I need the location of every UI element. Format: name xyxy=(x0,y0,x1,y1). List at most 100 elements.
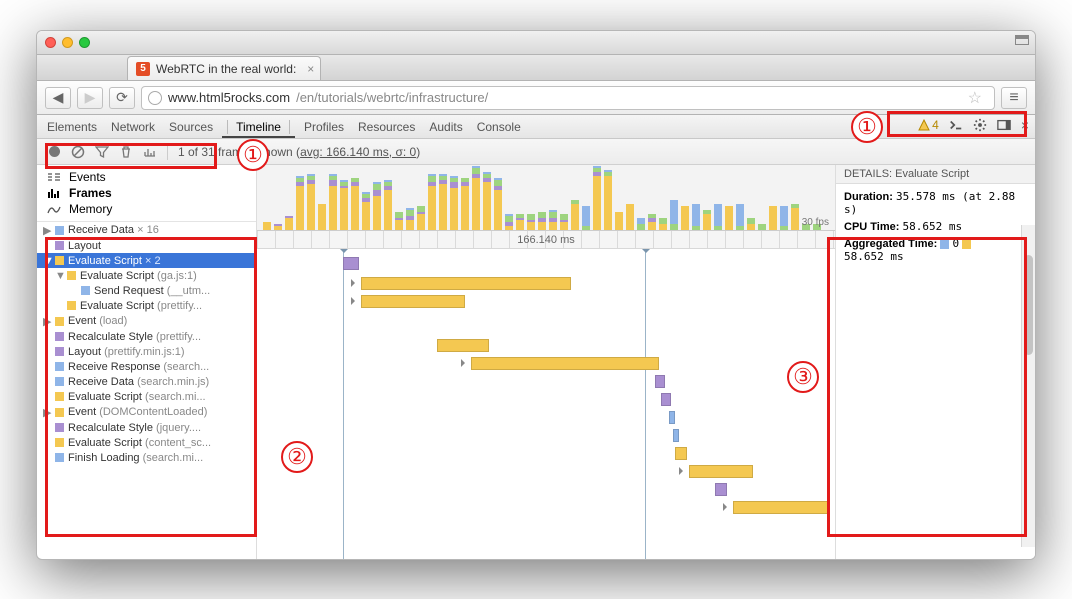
overview-frame-bar[interactable] xyxy=(736,204,744,230)
fullscreen-icon[interactable] xyxy=(1015,35,1029,45)
timeline-record[interactable]: ▶Event (DOMContentLoaded) xyxy=(37,404,256,420)
hamburger-menu-button[interactable] xyxy=(1001,87,1027,109)
address-bar[interactable]: www.html5rocks.com/en/tutorials/webrtc/i… xyxy=(141,86,995,110)
details-scrollbar[interactable] xyxy=(1021,225,1035,547)
overview-frame-bar[interactable] xyxy=(582,206,590,230)
timeline-record[interactable]: Recalculate Style (jquery.... xyxy=(37,420,256,435)
timeline-record[interactable]: Layout (prettify.min.js:1) xyxy=(37,344,256,359)
overview-frame-bar[interactable] xyxy=(637,218,645,230)
flame-bar[interactable] xyxy=(361,295,465,308)
reload-button[interactable]: ⟳ xyxy=(109,87,135,109)
flame-bar[interactable] xyxy=(689,465,753,478)
devtools-tab-sources[interactable]: Sources xyxy=(169,120,213,134)
devtools-close-icon[interactable]: × xyxy=(1021,117,1029,133)
timeline-record[interactable]: Evaluate Script (prettify... xyxy=(37,298,256,313)
timeline-record[interactable]: Receive Data (search.min.js) xyxy=(37,374,256,389)
timeline-record[interactable]: Evaluate Script (search.mi... xyxy=(37,389,256,404)
flame-bar[interactable] xyxy=(715,483,727,496)
garbage-collect-button[interactable] xyxy=(119,145,133,159)
devtools-tab-console[interactable]: Console xyxy=(477,120,521,134)
expand-tick-icon[interactable] xyxy=(351,297,359,305)
devtools-tab-network[interactable]: Network xyxy=(111,120,155,134)
timeline-record[interactable]: Finish Loading (search.mi... xyxy=(37,450,256,465)
zoom-window-icon[interactable] xyxy=(79,37,90,48)
overview-frame-bar[interactable] xyxy=(758,224,766,230)
view-memory[interactable]: Memory xyxy=(37,201,256,217)
overview-frame-bar[interactable] xyxy=(417,206,425,230)
expand-tick-icon[interactable] xyxy=(679,467,687,475)
tab-close-icon[interactable]: × xyxy=(307,62,314,76)
frames-status-link[interactable]: avg: 166.140 ms, σ: 0 xyxy=(300,145,416,159)
flame-bar[interactable] xyxy=(661,393,671,406)
overview-frame-bar[interactable] xyxy=(681,206,689,230)
overview-frame-bar[interactable] xyxy=(505,214,513,230)
timeline-record[interactable]: ▶Receive Data × 16 xyxy=(37,222,256,238)
overview-frame-bar[interactable] xyxy=(340,180,348,230)
record-button[interactable] xyxy=(47,145,61,159)
overview-frame-bar[interactable] xyxy=(571,200,579,230)
devtools-tab-elements[interactable]: Elements xyxy=(47,120,97,134)
close-window-icon[interactable] xyxy=(45,37,56,48)
timeline-record[interactable]: ▼Evaluate Script (ga.js:1) xyxy=(37,268,256,283)
overview-frame-bar[interactable] xyxy=(780,206,788,230)
view-frames[interactable]: Frames xyxy=(37,185,256,201)
timeline-record[interactable]: Evaluate Script (content_sc... xyxy=(37,435,256,450)
overview-frame-bar[interactable] xyxy=(692,204,700,230)
records-list[interactable]: ▶Receive Data × 16Layout ▼Evaluate Scrip… xyxy=(37,222,256,559)
overview-frame-bar[interactable] xyxy=(703,210,711,230)
overview-frame-bar[interactable] xyxy=(263,222,271,230)
timeline-record[interactable]: ▶Event (load) xyxy=(37,313,256,329)
dock-side-icon[interactable] xyxy=(997,118,1011,132)
overview-frame-bar[interactable] xyxy=(527,214,535,230)
overview-frame-bar[interactable] xyxy=(428,174,436,230)
overview-frame-bar[interactable] xyxy=(626,204,634,230)
back-button[interactable]: ◀ xyxy=(45,87,71,109)
overview-frame-bar[interactable] xyxy=(538,212,546,230)
flame-bar[interactable] xyxy=(733,501,829,514)
overview-frame-bar[interactable] xyxy=(450,176,458,230)
overview-frame-bar[interactable] xyxy=(714,204,722,230)
overview-frame-bar[interactable] xyxy=(384,180,392,230)
timeline-record[interactable]: Send Request (__utm... xyxy=(37,283,256,298)
overview-frame-bar[interactable] xyxy=(395,212,403,230)
overview-frame-bar[interactable] xyxy=(494,178,502,230)
expand-tick-icon[interactable] xyxy=(351,279,359,287)
console-drawer-icon[interactable] xyxy=(949,118,963,132)
overview-frame-bar[interactable] xyxy=(439,174,447,230)
overview-frame-bar[interactable] xyxy=(747,218,755,230)
timeline-record[interactable]: Layout xyxy=(37,238,256,253)
warning-count[interactable]: 4 xyxy=(918,118,939,132)
expand-tick-icon[interactable] xyxy=(723,503,731,511)
overview-frame-bar[interactable] xyxy=(791,204,799,230)
flame-bar[interactable] xyxy=(673,429,679,442)
overview-frame-bar[interactable] xyxy=(549,210,557,230)
overview-frame-bar[interactable] xyxy=(351,178,359,230)
view-events[interactable]: Events xyxy=(37,169,256,185)
overview-frame-bar[interactable] xyxy=(516,214,524,230)
flame-bar[interactable] xyxy=(655,375,665,388)
overview-frame-bar[interactable] xyxy=(274,224,282,230)
timeline-record[interactable]: Receive Response (search... xyxy=(37,359,256,374)
site-info-icon[interactable] xyxy=(148,91,162,105)
flame-bar[interactable] xyxy=(343,257,359,270)
frames-view-icon[interactable] xyxy=(143,145,157,159)
devtools-tab-profiles[interactable]: Profiles xyxy=(304,120,344,134)
timeline-record[interactable]: ▼Evaluate Script × 2 xyxy=(37,253,256,268)
overview-frame-bar[interactable] xyxy=(329,174,337,230)
gear-icon[interactable] xyxy=(973,118,987,132)
overview-frame-bar[interactable] xyxy=(307,174,315,230)
overview-frame-bar[interactable] xyxy=(725,206,733,230)
overview-frame-bar[interactable] xyxy=(362,192,370,230)
devtools-tab-audits[interactable]: Audits xyxy=(429,120,462,134)
overview-frame-bar[interactable] xyxy=(560,214,568,230)
overview-frame-bar[interactable] xyxy=(659,218,667,230)
overview-frame-bar[interactable] xyxy=(604,170,612,230)
devtools-tab-timeline[interactable]: Timeline xyxy=(227,120,290,134)
overview-frame-bar[interactable] xyxy=(406,208,414,230)
expand-tick-icon[interactable] xyxy=(461,359,469,367)
flamechart[interactable] xyxy=(257,249,835,559)
bookmark-star-icon[interactable]: ☆ xyxy=(962,88,988,108)
forward-button[interactable]: ▶ xyxy=(77,87,103,109)
overview-frame-bar[interactable] xyxy=(648,214,656,230)
timeline-record[interactable]: Recalculate Style (prettify... xyxy=(37,329,256,344)
